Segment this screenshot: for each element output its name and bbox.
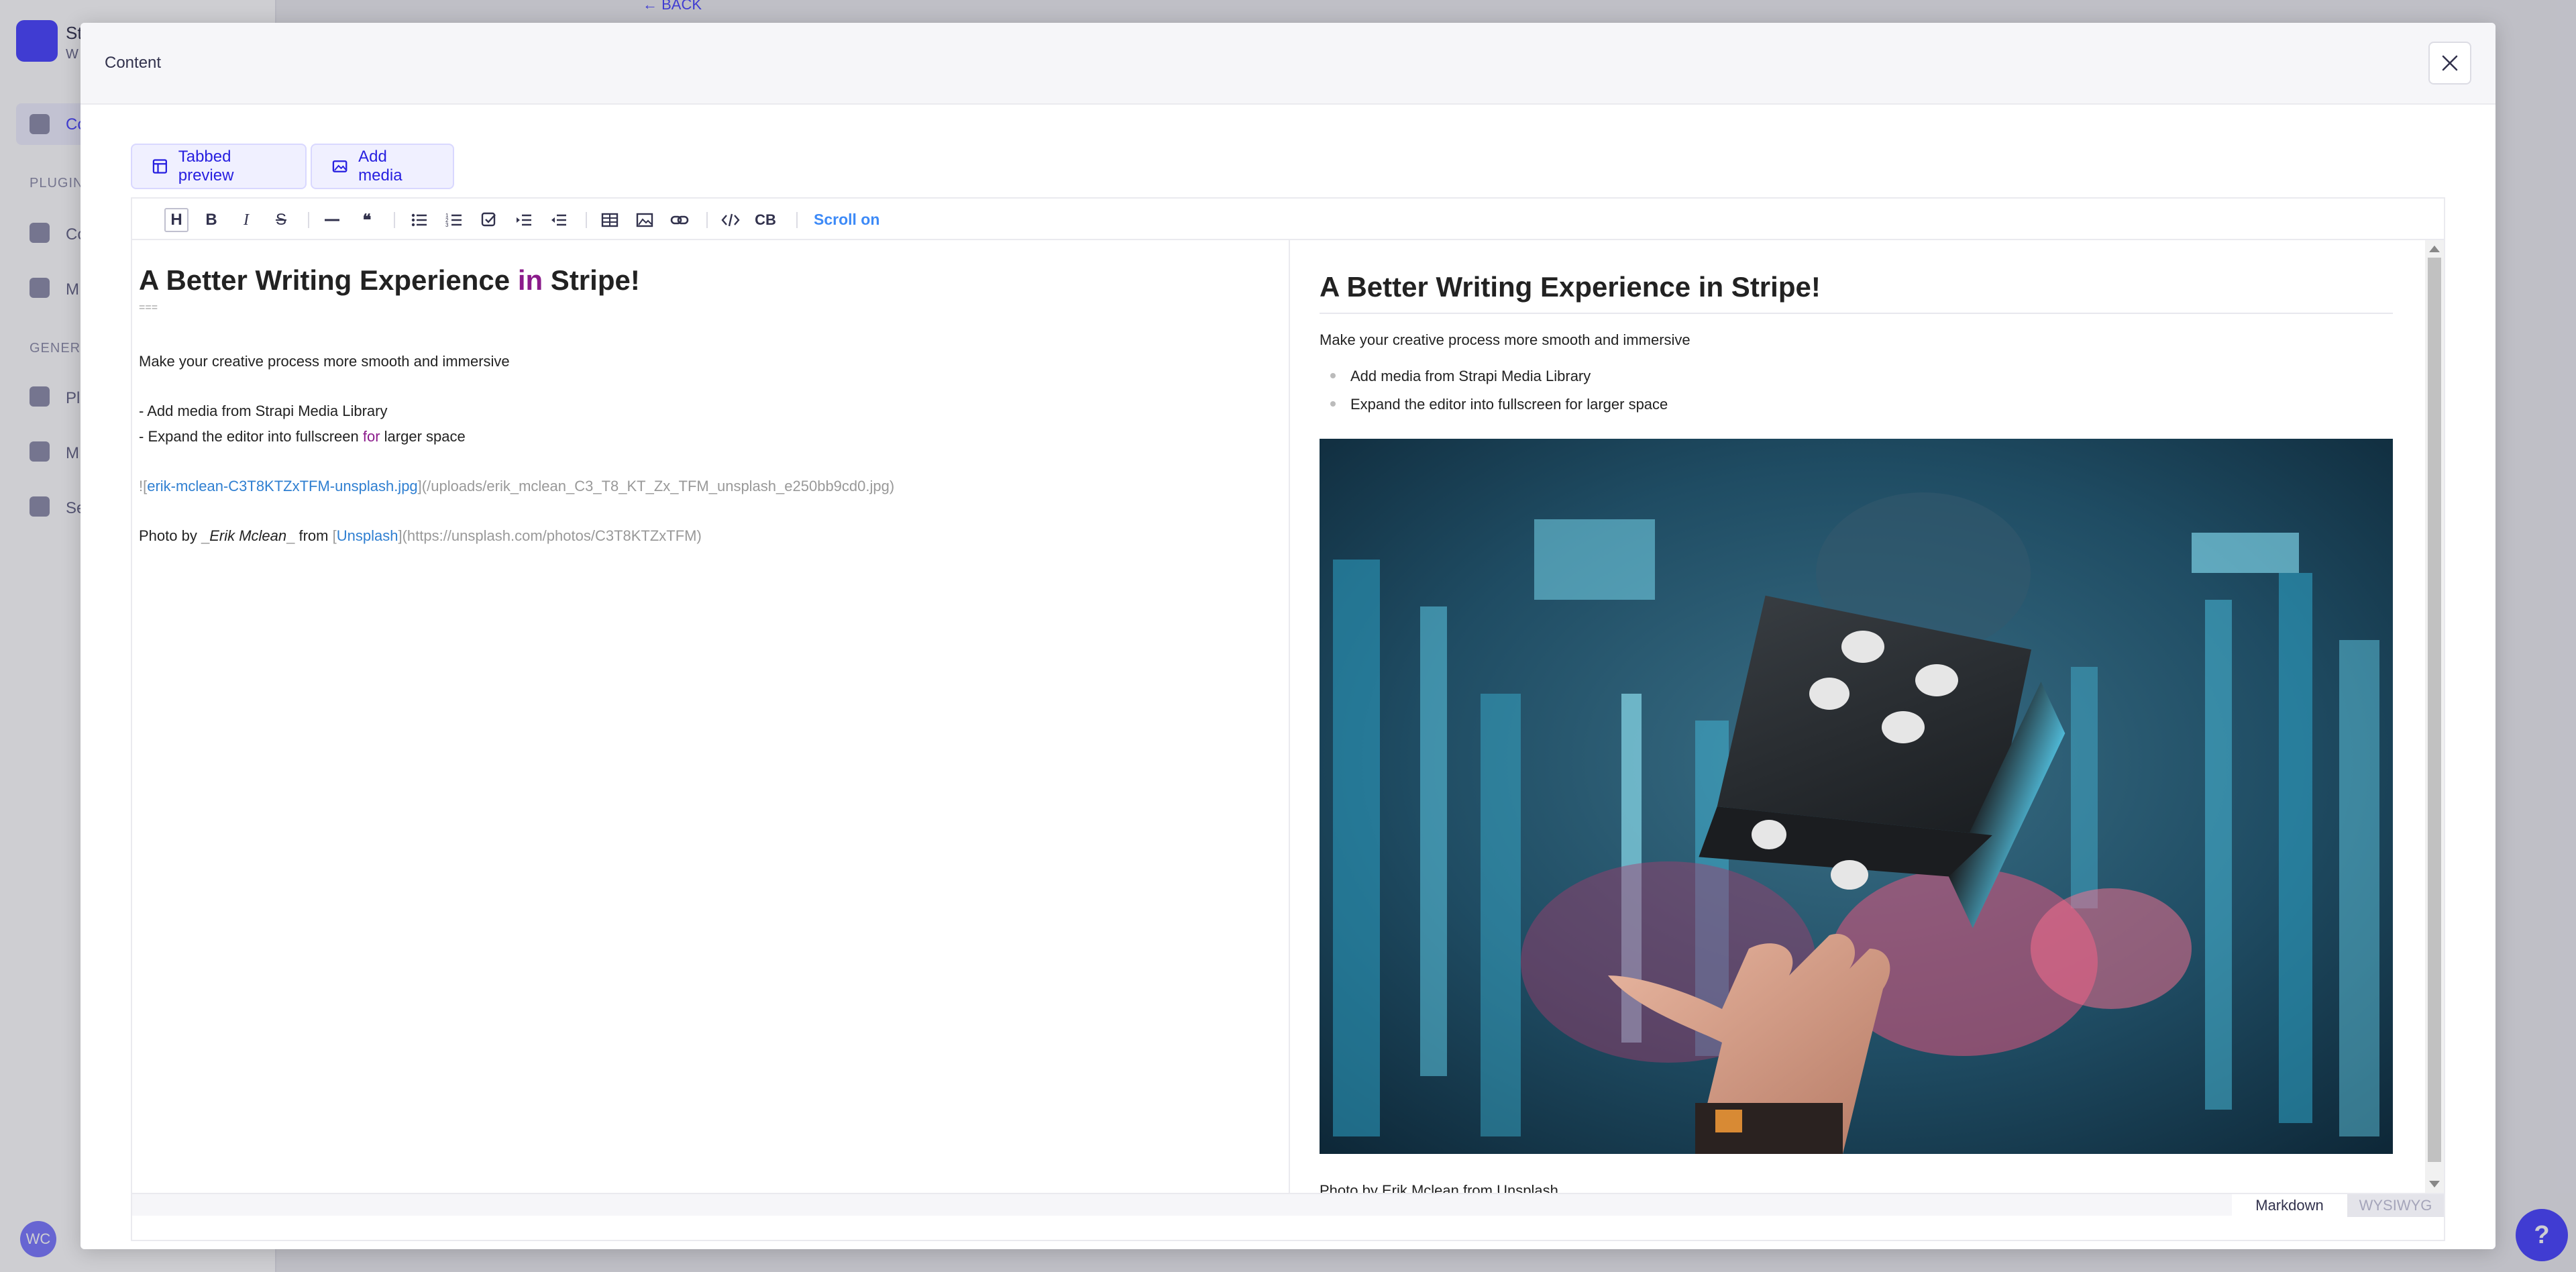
code-block-button[interactable]: CB — [753, 208, 777, 232]
md-paragraph: Make your creative process more smooth a… — [139, 353, 510, 370]
code-button[interactable] — [718, 208, 743, 232]
md-list-text: - Expand the editor into fullscreen — [139, 428, 363, 445]
horizontal-rule-button[interactable] — [320, 208, 344, 232]
bullet-icon — [1330, 373, 1336, 378]
preview-list-item: Expand the editor into fullscreen for la… — [1350, 396, 1668, 413]
toolbar-divider — [706, 212, 708, 228]
toolbar-divider — [394, 212, 395, 228]
md-list-keyword: for — [362, 428, 380, 445]
preview-image — [1320, 439, 2393, 1154]
md-list-text-end: larger space — [380, 428, 466, 445]
md-heading-line: A Better Writing Experience in Stripe! — [139, 264, 640, 297]
heading-button[interactable]: H — [164, 208, 189, 232]
dice-photo — [1320, 439, 2393, 1154]
content-modal: Content Tabbed preview Add media H B I S — [80, 23, 2496, 1249]
code-icon — [721, 213, 740, 227]
modal-title: Content — [105, 54, 162, 72]
wysiwyg-mode-button[interactable]: WYSIWYG — [2347, 1194, 2444, 1217]
preview-heading-rule — [1320, 313, 2393, 314]
toolbar-divider — [586, 212, 587, 228]
outdent-icon — [551, 214, 566, 226]
md-caption-author: Erik Mclean — [209, 527, 287, 544]
md-heading-keyword: in — [517, 264, 543, 296]
md-caption-site: Unsplash — [336, 527, 398, 544]
ordered-list-button[interactable]: 1 2 3 — [442, 208, 466, 232]
md-list-item: - Add media from Strapi Media Library — [139, 403, 388, 419]
md-caption-text: Photo by — [139, 527, 201, 544]
close-button[interactable] — [2428, 42, 2471, 85]
md-italic-mark: _ — [286, 527, 295, 544]
preview-caption: Photo by Erik Mclean from Unsplash — [1320, 1182, 1558, 1193]
bold-icon: B — [205, 211, 217, 229]
add-media-label: Add media — [358, 148, 402, 184]
table-button[interactable] — [598, 208, 622, 232]
image-icon — [332, 160, 347, 172]
indent-button[interactable] — [512, 208, 536, 232]
md-list-item: - Expand the editor into fullscreen for … — [139, 428, 466, 445]
indent-icon — [517, 214, 531, 226]
markdown-editor: H B I S ❝ 1 2 3 CB Scroll on A Better Wr… — [131, 197, 2445, 1241]
preview-list-item: Add media from Strapi Media Library — [1350, 368, 1591, 384]
scroll-sync-toggle[interactable]: Scroll on — [814, 211, 879, 229]
md-image-url: ](/uploads/erik_mclean_C3_T8_KT_Zx_TFM_u… — [417, 478, 895, 494]
toolbar-divider — [308, 212, 309, 228]
quote-button[interactable]: ❝ — [355, 208, 379, 232]
scroll-thumb[interactable] — [2428, 258, 2441, 1162]
table-icon — [601, 213, 619, 227]
task-list-icon — [481, 212, 496, 227]
tabbed-preview-label: Tabbed preview — [178, 148, 234, 184]
bullet-list-button[interactable] — [407, 208, 431, 232]
close-icon — [2442, 55, 2458, 71]
md-caption-from: from — [294, 527, 333, 544]
quote-icon: ❝ — [362, 211, 372, 229]
tabbed-preview-button[interactable]: Tabbed preview — [131, 144, 307, 189]
link-icon — [670, 215, 689, 225]
strikethrough-button[interactable]: S — [269, 208, 293, 232]
md-heading-text-end: Stripe! — [543, 264, 640, 296]
outdent-button[interactable] — [547, 208, 571, 232]
md-image-line: ![erik-mclean-C3T8KTZxTFM-unsplash.jpg](… — [139, 478, 894, 495]
bullet-list-icon — [411, 213, 427, 227]
horizontal-rule-icon — [325, 219, 339, 221]
ordered-list-icon: 1 2 3 — [445, 213, 462, 228]
md-caption-line: Photo by _Erik Mclean_ from [Unsplash](h… — [139, 527, 702, 545]
task-list-button[interactable] — [477, 208, 501, 232]
md-italic-mark: _ — [201, 527, 210, 544]
modal-header: Content — [80, 23, 2496, 105]
markdown-preview-pane[interactable]: A Better Writing Experience in Stripe! M… — [1289, 240, 2444, 1193]
svg-text:3: 3 — [445, 222, 449, 228]
markdown-mode-button[interactable]: Markdown — [2232, 1194, 2347, 1217]
editor-toolbar: H B I S ❝ 1 2 3 CB Scroll on — [132, 199, 2444, 240]
bold-button[interactable]: B — [199, 208, 223, 232]
preview-heading: A Better Writing Experience in Stripe! — [1320, 271, 1821, 303]
scroll-up-icon[interactable] — [2429, 246, 2440, 252]
editor-footer: Markdown WYSIWYG — [132, 1193, 2444, 1217]
md-image-alt: erik-mclean-C3T8KTZxTFM-unsplash.jpg — [147, 478, 418, 494]
table-icon — [152, 159, 167, 174]
strikethrough-icon: S — [275, 211, 286, 229]
image-button[interactable] — [633, 208, 657, 232]
code-block-icon: CB — [755, 211, 776, 228]
preview-paragraph: Make your creative process more smooth a… — [1320, 331, 1690, 348]
italic-icon: I — [244, 211, 249, 229]
image-icon — [636, 213, 653, 227]
preview-scrollbar[interactable] — [2425, 240, 2444, 1193]
toolbar-divider — [796, 212, 798, 228]
md-caption-url: ](https://unsplash.com/photos/C3T8KTZxTF… — [398, 527, 702, 544]
bullet-icon — [1330, 401, 1336, 407]
md-image-bang: ![ — [139, 478, 148, 494]
markdown-source-pane[interactable]: A Better Writing Experience in Stripe! =… — [132, 240, 1289, 1193]
md-heading-text: A Better Writing Experience — [139, 264, 518, 296]
add-media-button[interactable]: Add media — [311, 144, 454, 189]
link-button[interactable] — [667, 208, 692, 232]
heading-icon: H — [170, 211, 182, 229]
italic-button[interactable]: I — [234, 208, 258, 232]
md-heading-underline: === — [139, 302, 158, 313]
scroll-down-icon[interactable] — [2429, 1181, 2440, 1187]
